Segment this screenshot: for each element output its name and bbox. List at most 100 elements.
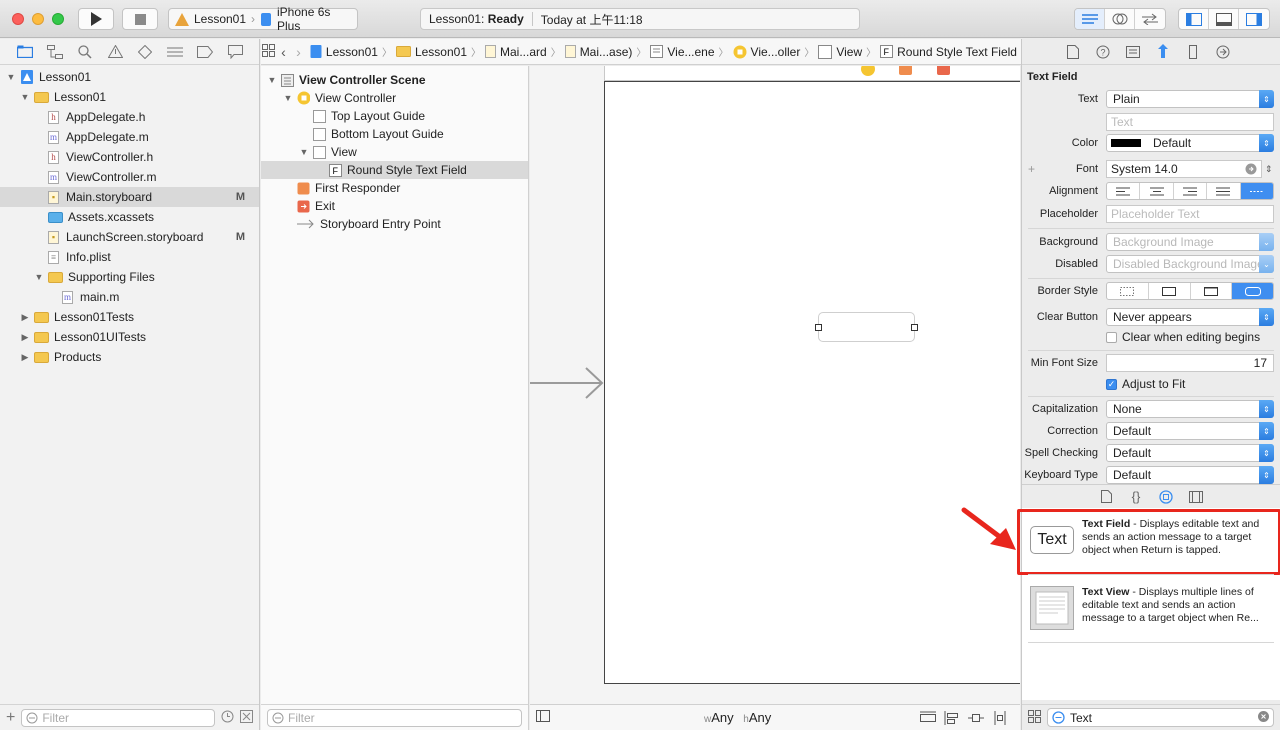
- navigator-item[interactable]: h AppDelegate.h: [0, 107, 259, 127]
- disclosure-triangle-icon[interactable]: ▶: [20, 352, 30, 363]
- entry-point-arrow-icon[interactable]: [530, 366, 606, 400]
- navigator-item[interactable]: ▶ Lesson01UITests: [0, 327, 259, 347]
- disclosure-triangle-icon[interactable]: ▶: [20, 312, 30, 323]
- border-line-button[interactable]: [1149, 283, 1191, 299]
- clear-button-popup[interactable]: Never appears ⇕: [1106, 308, 1274, 326]
- navigator-item[interactable]: ▶ Products: [0, 347, 259, 367]
- align-right-button[interactable]: [1174, 183, 1208, 199]
- outline-item[interactable]: ▼ View Controller: [261, 89, 528, 107]
- library-item-text-view[interactable]: Text View - Displays multiple lines of e…: [1022, 580, 1280, 636]
- view-controller-icon[interactable]: [860, 66, 876, 77]
- border-rounded-button[interactable]: [1232, 283, 1273, 299]
- navigator-item[interactable]: ▼ Supporting Files: [0, 267, 259, 287]
- outline-item[interactable]: Exit: [261, 197, 528, 215]
- back-button[interactable]: ‹: [276, 44, 291, 60]
- outline-item[interactable]: ▼ View Controller Scene: [261, 71, 528, 89]
- border-none-button[interactable]: [1107, 283, 1149, 299]
- window-close-button[interactable]: [12, 13, 24, 25]
- breadcrumb-item[interactable]: Lesson01: [392, 45, 471, 59]
- spell-checking-popup[interactable]: Default ⇕: [1106, 444, 1274, 462]
- correction-popup[interactable]: Default ⇕: [1106, 422, 1274, 440]
- navigator-item[interactable]: ▼ Lesson01: [0, 67, 259, 87]
- file-inspector-tab[interactable]: [1062, 42, 1084, 62]
- breadcrumb-item[interactable]: Vie...ene: [646, 45, 718, 59]
- font-field[interactable]: System 14.0: [1106, 160, 1262, 178]
- navigator-item[interactable]: ≡ Info.plist: [0, 247, 259, 267]
- navigator-item[interactable]: h ViewController.h: [0, 147, 259, 167]
- breadcrumb-item[interactable]: Vie...oller: [729, 45, 805, 59]
- background-popup[interactable]: Background Image ⌄: [1106, 233, 1274, 251]
- grid-view-toggle-icon[interactable]: [1028, 709, 1041, 726]
- size-inspector-tab[interactable]: [1182, 42, 1204, 62]
- utilities-toggle-button[interactable]: [1239, 9, 1269, 29]
- assistant-editor-button[interactable]: [1105, 9, 1135, 29]
- library-search-field[interactable]: Text: [1047, 708, 1274, 727]
- disclosure-triangle-icon[interactable]: ▼: [34, 272, 44, 282]
- color-popup[interactable]: Default ⇕: [1106, 134, 1274, 152]
- clear-editing-checkbox[interactable]: Clear when editing begins: [1106, 330, 1260, 344]
- scheme-selector[interactable]: Lesson01 › iPhone 6s Plus: [168, 5, 358, 33]
- attributes-inspector-tab[interactable]: [1152, 42, 1174, 62]
- resize-handle-left[interactable]: [815, 324, 822, 331]
- breakpoint-navigator-tab[interactable]: [190, 39, 220, 65]
- stack-icon[interactable]: [920, 711, 936, 725]
- add-icon[interactable]: +: [6, 709, 15, 727]
- clear-search-icon[interactable]: [1258, 710, 1269, 725]
- navigator-item[interactable]: ▶ Lesson01Tests: [0, 307, 259, 327]
- align-natural-button[interactable]: [1240, 183, 1273, 199]
- object-library-tab[interactable]: [1158, 489, 1174, 505]
- issue-navigator-tab[interactable]: [100, 39, 130, 65]
- disclosure-triangle-icon[interactable]: ▼: [283, 93, 293, 103]
- keyboard-type-popup[interactable]: Default ⇕: [1106, 466, 1274, 484]
- font-variation-add-icon[interactable]: +: [1028, 162, 1035, 176]
- align-justify-button[interactable]: [1207, 183, 1241, 199]
- resolve-issues-icon[interactable]: [992, 710, 1008, 725]
- navigator-item[interactable]: ▪ LaunchScreen.storyboard M: [0, 227, 259, 247]
- related-items-icon[interactable]: [261, 43, 276, 60]
- min-font-field[interactable]: 17: [1106, 354, 1274, 372]
- navigator-item[interactable]: m main.m: [0, 287, 259, 307]
- first-responder-icon[interactable]: [898, 66, 914, 77]
- navigator-item[interactable]: ▼ Lesson01: [0, 87, 259, 107]
- outline-item[interactable]: Storyboard Entry Point: [261, 215, 528, 233]
- resize-handle-right[interactable]: [911, 324, 918, 331]
- standard-editor-button[interactable]: [1075, 9, 1105, 29]
- outline-filter-field[interactable]: Filter: [267, 708, 522, 727]
- project-navigator-tab[interactable]: [10, 39, 40, 65]
- recent-files-icon[interactable]: [221, 710, 234, 726]
- run-button[interactable]: [78, 8, 114, 30]
- outline-item[interactable]: Top Layout Guide: [261, 107, 528, 125]
- exit-icon[interactable]: [936, 66, 952, 77]
- align-center-button[interactable]: [1140, 183, 1174, 199]
- align-icon[interactable]: [944, 710, 960, 725]
- navigator-item[interactable]: ▪ Main.storyboard M: [0, 187, 259, 207]
- quick-help-tab[interactable]: ?: [1092, 42, 1114, 62]
- identity-inspector-tab[interactable]: [1122, 42, 1144, 62]
- report-navigator-tab[interactable]: [220, 39, 250, 65]
- breadcrumb-item[interactable]: Mai...ase): [561, 45, 637, 59]
- text-content-field[interactable]: Text: [1106, 113, 1274, 131]
- navigator-filter-field[interactable]: Filter: [21, 708, 215, 727]
- outline-item[interactable]: ▼ View: [261, 143, 528, 161]
- toggle-outline-icon[interactable]: [536, 710, 550, 725]
- connections-inspector-tab[interactable]: [1212, 42, 1234, 62]
- navigator-item[interactable]: Assets.xcassets: [0, 207, 259, 227]
- navigator-item[interactable]: m ViewController.m: [0, 167, 259, 187]
- round-style-text-field[interactable]: [815, 312, 918, 342]
- navigator-toggle-button[interactable]: [1179, 9, 1209, 29]
- font-stepper[interactable]: ⇕: [1265, 164, 1273, 175]
- disclosure-triangle-icon[interactable]: ▶: [20, 332, 30, 343]
- storyboard-canvas[interactable]: [530, 66, 1020, 704]
- window-zoom-button[interactable]: [52, 13, 64, 25]
- library-item-text-field[interactable]: Text Text Field - Displays editable text…: [1017, 509, 1280, 575]
- file-template-tab[interactable]: [1098, 489, 1114, 505]
- debug-navigator-tab[interactable]: [160, 39, 190, 65]
- breadcrumb-item[interactable]: View: [814, 44, 866, 59]
- breadcrumb-item[interactable]: Lesson01: [306, 45, 382, 59]
- breadcrumb-item[interactable]: Mai...ard: [481, 45, 551, 59]
- view-controller-scene[interactable]: [604, 81, 1020, 684]
- outline-item[interactable]: First Responder: [261, 179, 528, 197]
- breadcrumb-item[interactable]: F Round Style Text Field: [876, 45, 1021, 59]
- adjust-to-fit-checkbox[interactable]: ✓ Adjust to Fit: [1106, 377, 1185, 391]
- pin-icon[interactable]: [968, 711, 984, 725]
